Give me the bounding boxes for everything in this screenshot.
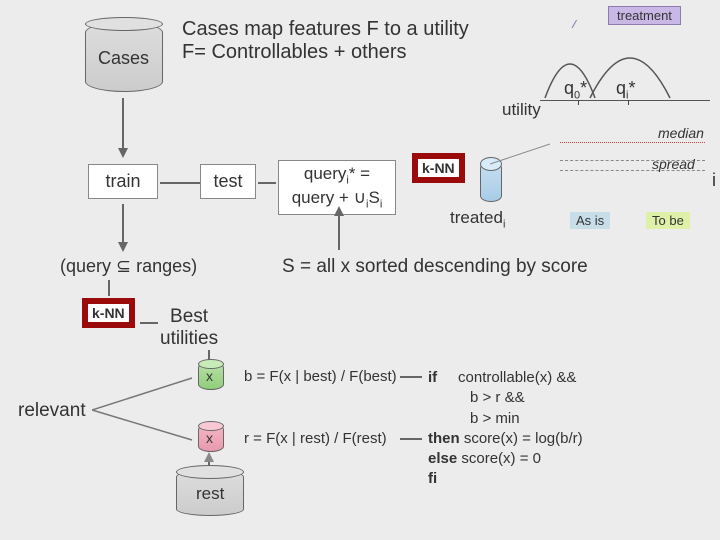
knn-label-bottom: k-NN [92, 305, 125, 321]
pc-cond2: b > r && [428, 388, 583, 408]
arrow-r-to-code [400, 438, 422, 440]
treatment-label: treatment [608, 6, 681, 25]
header-line2: F= Controllables + others [182, 41, 407, 63]
query-line1a: query [304, 164, 347, 183]
spread-label: spread [652, 156, 695, 172]
arrow-train-test-line [160, 182, 200, 184]
treated-connector [490, 130, 550, 190]
formula-b: b = F(x | best) / F(best) [244, 368, 397, 385]
cases-label: Cases [98, 48, 149, 69]
pc-then-body: score(x) = log(b/r) [464, 430, 583, 447]
query-line2c: S [369, 188, 380, 207]
formula-r: r = F(x | rest) / F(rest) [244, 430, 387, 447]
pc-fi: fi [428, 470, 437, 487]
q0-label: q0* [564, 78, 587, 102]
arrow-s-to-query-head [334, 206, 344, 216]
pc-then: then [428, 430, 460, 447]
test-label: test [213, 171, 242, 191]
to-be-label: To be [646, 212, 690, 229]
as-is-label: As is [570, 212, 610, 229]
best-utilities-label: Best utilities [160, 306, 218, 350]
utility-axis-label: utility [502, 100, 541, 120]
relevant-connector [92, 370, 202, 450]
pc-cond1: controllable(x) && [458, 369, 576, 386]
arrow-rest-x-head [204, 452, 214, 462]
arrow-range-knn-line [108, 280, 110, 296]
rest-cylinder-label: rest [196, 484, 224, 504]
arrow-knn-best-line [140, 322, 158, 324]
pc-if: if [428, 369, 437, 386]
median-label: median [658, 125, 704, 141]
test-box: test [200, 164, 256, 199]
treated-label: treatedi [450, 208, 505, 230]
arrow-b-to-code [400, 376, 422, 378]
query-ranges-label: (query ⊆ ranges) [60, 256, 197, 277]
train-label: train [105, 171, 140, 191]
arrow-cases-train-line [122, 98, 124, 150]
header-line1: Cases map features F to a utility [182, 18, 469, 40]
pseudocode-block: if controllable(x) && b > r && b > min t… [428, 368, 583, 490]
best-x-label: x [206, 368, 213, 384]
arrow-best-x-line [208, 350, 210, 360]
pc-else-body: score(x) = 0 [461, 450, 541, 467]
rest-x-label: x [206, 430, 213, 446]
pc-else: else [428, 450, 457, 467]
median-line [560, 142, 705, 143]
s-statement: S = all x sorted descending by score [282, 256, 588, 278]
query-line2b: ∪ [354, 188, 366, 207]
knn-badge-top: k-NN [412, 153, 465, 183]
knn-badge-bottom: k-NN [82, 298, 135, 328]
arrow-test-query-line [258, 182, 276, 184]
qi-label: qi* [616, 78, 635, 102]
query-line2-sub2: i [380, 198, 382, 210]
treated-sub: i [503, 218, 505, 230]
query-line1b: * = [349, 164, 370, 183]
arrow-train-down-line [122, 204, 124, 244]
query-line2a: query + [292, 188, 354, 207]
knn-label-top: k-NN [422, 160, 455, 176]
arrow-train-down-head [118, 242, 128, 252]
arrow-s-to-query-line [338, 214, 340, 250]
relevant-label: relevant [18, 400, 86, 422]
pc-cond3: b > min [428, 409, 583, 429]
utility-chart: treatment q0* qi* utility median spread … [540, 20, 710, 190]
treated-text: treated [450, 208, 503, 227]
arrow-cases-train-head [118, 148, 128, 158]
train-box: train [88, 164, 158, 199]
i-axis-label: i [712, 170, 716, 191]
